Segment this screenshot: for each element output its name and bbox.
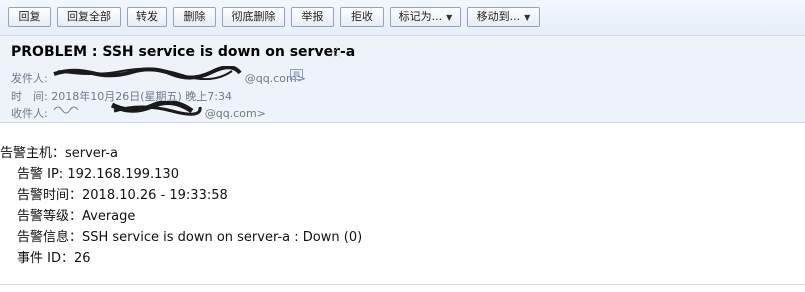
time-label: 时 间: <box>11 90 48 103</box>
address-card-icon[interactable]: ▤ <box>290 69 303 80</box>
reply-button[interactable]: 回复 <box>8 7 51 27</box>
recipient-address[interactable]: @qq.com> <box>205 107 266 120</box>
chevron-down-icon: ▼ <box>524 13 531 22</box>
reply-label: 回复 <box>18 10 41 23</box>
delete-button[interactable]: 删除 <box>173 7 216 27</box>
redaction-scribble <box>53 66 242 80</box>
divider <box>0 284 805 285</box>
report-label: 举报 <box>301 10 324 23</box>
star-icon[interactable]: ☆ <box>330 43 343 61</box>
redaction-scribble <box>53 101 202 116</box>
sender-label: 发件人: <box>11 72 48 85</box>
reject-button[interactable]: 拒收 <box>340 7 384 27</box>
reply-all-label: 回复全部 <box>67 10 111 23</box>
email-subject: PROBLEM : SSH service is down on server-… <box>11 44 356 60</box>
forward-label: 转发 <box>136 10 158 23</box>
delete-permanently-label: 彻底删除 <box>231 10 276 23</box>
forward-button[interactable]: 转发 <box>127 7 167 27</box>
mark-as-label: 标记为... <box>398 10 443 23</box>
body-line-message: 告警信息：SSH service is down on server-a : D… <box>17 230 363 245</box>
move-to-dropdown[interactable]: 移动到... ▼ <box>467 7 540 27</box>
body-line-event-id: 事件 ID：26 <box>17 251 91 266</box>
report-button[interactable]: 举报 <box>291 7 334 27</box>
body-line-ip: 告警 IP: 192.168.199.130 <box>17 167 179 182</box>
email-toolbar: 回复 回复全部 转发 删除 彻底删除 举报 拒收 标记为... ▼ 移动到... ▼ <box>0 0 805 36</box>
recipient-label: 收件人: <box>11 107 48 120</box>
chevron-down-icon: ▼ <box>446 13 453 22</box>
email-header: PROBLEM : SSH service is down on server-… <box>0 36 805 123</box>
reply-all-button[interactable]: 回复全部 <box>57 7 121 27</box>
delete-permanently-button[interactable]: 彻底删除 <box>222 7 285 27</box>
body-line-host: 告警主机：server-a <box>0 146 118 161</box>
mark-as-dropdown[interactable]: 标记为... ▼ <box>390 7 461 27</box>
move-to-label: 移动到... <box>476 10 521 23</box>
reject-label: 拒收 <box>351 10 373 23</box>
body-line-severity: 告警等级：Average <box>17 209 136 224</box>
body-line-time: 告警时间：2018.10.26 - 19:33:58 <box>17 188 228 203</box>
delete-label: 删除 <box>183 10 206 23</box>
